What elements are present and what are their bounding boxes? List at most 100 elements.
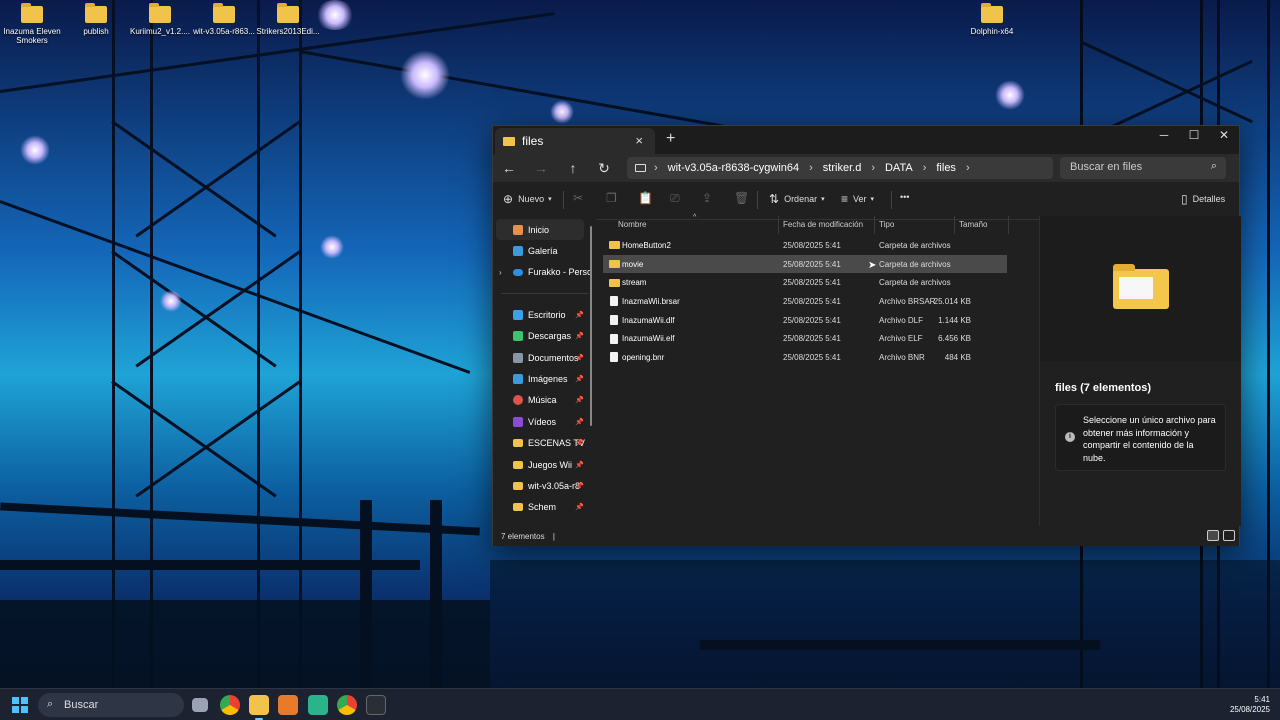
folder-icon bbox=[85, 3, 107, 23]
folder-icon bbox=[513, 481, 523, 490]
desktop-icon-strikers[interactable]: Strikers2013Edi... bbox=[256, 0, 320, 36]
sidebar-item-imagenes[interactable]: Imágenes 📌 bbox=[493, 368, 596, 389]
rename-icon[interactable]: ⎚ bbox=[670, 191, 680, 206]
sidebar-item-inicio[interactable]: Inicio bbox=[496, 219, 584, 241]
taskbar-search[interactable]: ⌕ Buscar bbox=[38, 693, 184, 717]
column-header-type[interactable]: Tipo bbox=[879, 220, 894, 229]
sidebar-item-onedrive[interactable]: › Furakko - Perso bbox=[493, 262, 596, 283]
file-list: Nombre ^ Fecha de modificación Tipo Tama… bbox=[603, 214, 1039, 526]
download-icon bbox=[513, 331, 523, 342]
delete-icon[interactable]: 🗑 bbox=[734, 191, 749, 205]
sidebar-item-escenas-tv[interactable]: ESCENAS TV 📌 bbox=[493, 433, 596, 454]
system-clock[interactable]: 5:41 25/08/2025 bbox=[1230, 695, 1270, 715]
more-options-button[interactable]: ••• bbox=[900, 192, 909, 202]
back-arrow-icon[interactable]: ← bbox=[499, 159, 519, 177]
chevron-right-icon[interactable]: › bbox=[499, 268, 502, 277]
desktop-icon-wit[interactable]: wit-v3.05a-r863... bbox=[192, 0, 256, 36]
breadcrumb-segment[interactable]: wit-v3.05a-r8638-cygwin64 bbox=[668, 162, 799, 174]
sidebar-item-documentos[interactable]: Documentos 📌 bbox=[493, 347, 596, 368]
close-tab-icon[interactable]: × bbox=[635, 133, 643, 148]
breadcrumb-segment[interactable]: DATA bbox=[885, 162, 913, 174]
sidebar-item-musica[interactable]: Música 📌 bbox=[493, 390, 596, 411]
cut-icon[interactable]: ✂ bbox=[573, 191, 583, 205]
folder-icon bbox=[149, 3, 171, 23]
pin-icon: 📌 bbox=[575, 311, 584, 319]
task-view-icon[interactable] bbox=[192, 698, 208, 712]
chevron-down-icon: ▾ bbox=[548, 196, 552, 203]
up-arrow-icon[interactable]: ↑ bbox=[563, 159, 583, 177]
divider bbox=[891, 191, 892, 209]
folder-icon bbox=[1113, 264, 1169, 309]
folder-icon bbox=[21, 3, 43, 23]
sidebar-scrollbar[interactable] bbox=[590, 226, 592, 426]
details-button[interactable]: ▯ Detalles bbox=[1181, 192, 1225, 206]
game-icon[interactable] bbox=[308, 695, 328, 715]
tab-title: files bbox=[522, 134, 544, 148]
refresh-icon[interactable]: ↻ bbox=[594, 159, 614, 177]
column-header-date[interactable]: Fecha de modificación bbox=[783, 220, 863, 229]
view-button[interactable]: ≡ Ver ▾ bbox=[841, 192, 874, 206]
app-a-icon[interactable] bbox=[278, 695, 298, 715]
file-row[interactable]: opening.bnr 25/08/2025 5:41 Archivo BNR … bbox=[603, 348, 1007, 367]
breadcrumb-segment[interactable]: files bbox=[936, 162, 956, 174]
search-icon: ⌕ bbox=[47, 698, 54, 710]
start-button[interactable] bbox=[12, 697, 28, 713]
desktop-icon-publish[interactable]: publish bbox=[64, 0, 128, 36]
desktop-icon-dolphin[interactable]: Dolphin-x64 bbox=[960, 0, 1024, 36]
file-row[interactable]: InazmaWii.brsar 25/08/2025 5:41 Archivo … bbox=[603, 292, 1007, 311]
view-icon: ≡ bbox=[841, 192, 849, 206]
desktop-icon-inazuma[interactable]: Inazuma Eleven Smokers bbox=[0, 0, 64, 45]
preview-area bbox=[1040, 216, 1241, 361]
new-button[interactable]: ⊕ Nuevo ▾ bbox=[503, 192, 552, 206]
tiles-view-icon[interactable] bbox=[1223, 530, 1235, 541]
pin-icon: 📌 bbox=[575, 333, 584, 341]
close-window-button[interactable]: ✕ bbox=[1209, 128, 1239, 142]
file-explorer-icon[interactable] bbox=[249, 695, 269, 720]
desktop-icon-kuriimu[interactable]: Kuriimu2_v1.2.... bbox=[128, 0, 192, 36]
details-view-icon[interactable] bbox=[1207, 530, 1219, 541]
divider bbox=[1008, 216, 1009, 234]
file-icon bbox=[610, 333, 618, 344]
view-toggle bbox=[1207, 530, 1235, 541]
folder-icon bbox=[609, 260, 620, 269]
chrome-icon[interactable] bbox=[220, 695, 240, 715]
forward-arrow-icon[interactable]: → bbox=[531, 159, 551, 177]
sidebar-item-descargas[interactable]: Descargas 📌 bbox=[493, 326, 596, 347]
sidebar-item-juegos-wii[interactable]: Juegos Wii 📌 bbox=[493, 454, 596, 475]
sort-button[interactable]: ⇅ Ordenar ▾ bbox=[769, 192, 825, 206]
address-bar[interactable]: › wit-v3.05a-r8638-cygwin64 › striker.d … bbox=[627, 157, 1053, 179]
command-bar: ⊕ Nuevo ▾ ✂ ❐ 📋 ⎚ ⇪ 🗑 ⇅ Ordenar ▾ ≡ Ver … bbox=[493, 182, 1239, 220]
new-tab-button[interactable]: + bbox=[666, 130, 675, 148]
file-row[interactable]: InazumaWii.dlf 25/08/2025 5:41 Archivo D… bbox=[603, 311, 1007, 330]
column-header-name[interactable]: Nombre bbox=[618, 220, 646, 229]
file-row[interactable]: InazumaWii.elf 25/08/2025 5:41 Archivo E… bbox=[603, 329, 1007, 348]
file-row[interactable]: movie 25/08/2025 5:41 Carpeta de archivo… bbox=[603, 254, 1007, 274]
breadcrumb-segment[interactable]: striker.d bbox=[823, 162, 862, 174]
share-icon[interactable]: ⇪ bbox=[702, 191, 712, 205]
sidebar-item-wit[interactable]: wit-v3.05a-r8 📌 bbox=[493, 475, 596, 496]
search-icon: ⌕ bbox=[1210, 160, 1217, 172]
pictures-icon bbox=[513, 374, 523, 385]
minimize-button[interactable]: ─ bbox=[1149, 128, 1179, 142]
videos-icon bbox=[513, 416, 523, 427]
paste-icon[interactable]: 📋 bbox=[638, 191, 653, 205]
sidebar-item-schem[interactable]: Schem 📌 bbox=[493, 497, 596, 518]
home-icon bbox=[513, 224, 523, 235]
file-row[interactable]: HomeButton2 25/08/2025 5:41 Carpeta de a… bbox=[603, 236, 1007, 255]
sidebar-item-videos[interactable]: Vídeos 📌 bbox=[493, 411, 596, 432]
navigation-pane: Inicio Galería › Furakko - Perso Escrito… bbox=[493, 216, 596, 526]
search-input[interactable]: Buscar en files ⌕ bbox=[1060, 157, 1226, 179]
pin-icon: 📌 bbox=[575, 418, 584, 426]
folder-icon bbox=[513, 439, 523, 448]
sidebar-item-galeria[interactable]: Galería bbox=[493, 240, 596, 261]
terminal-icon[interactable] bbox=[366, 695, 386, 715]
file-row[interactable]: stream 25/08/2025 5:41 Carpeta de archiv… bbox=[603, 273, 1007, 292]
tab-files[interactable]: files × bbox=[495, 128, 655, 154]
column-header-size[interactable]: Tamaño bbox=[959, 220, 987, 229]
item-count: 7 elementos bbox=[501, 532, 545, 541]
maximize-button[interactable]: ☐ bbox=[1179, 128, 1209, 142]
copy-icon[interactable]: ❐ bbox=[606, 191, 617, 205]
sidebar-item-escritorio[interactable]: Escritorio 📌 bbox=[493, 304, 596, 325]
chrome-profile-icon[interactable] bbox=[337, 695, 357, 715]
divider bbox=[563, 191, 564, 209]
